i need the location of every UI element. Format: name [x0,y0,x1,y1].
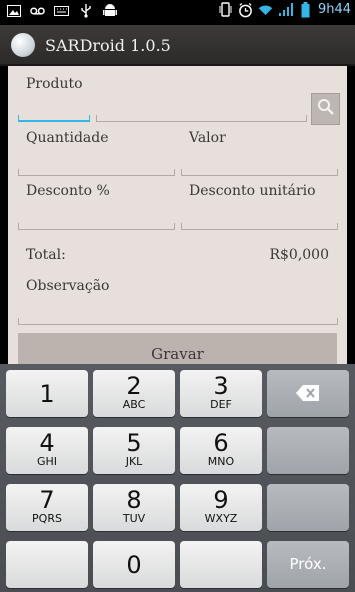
quantidade-label: Quantidade [26,130,109,146]
action-bar: SARDroid 1.0.5 [0,25,355,66]
key-6[interactable]: 6 MNO [180,427,262,474]
order-item-form: Produto Quantidade Valor Desconto % Desc… [8,66,347,373]
observacao-label: Observação [26,278,110,294]
total-value: R$0,000 [269,247,329,263]
total-label: Total: [26,247,66,263]
desconto-unit-label: Desconto unitário [189,183,316,199]
key-0[interactable]: 0 [93,541,175,588]
vibrate-icon [218,2,233,17]
blank-key-right-1[interactable] [267,427,349,474]
wifi-icon [258,2,273,17]
search-icon [317,98,335,120]
globe-icon [11,33,35,57]
key-2[interactable]: 2 ABC [93,370,175,417]
key-4[interactable]: 4 GHI [6,427,88,474]
key-7[interactable]: 7 PQRS [6,484,88,531]
backspace-icon [267,370,349,406]
search-button[interactable] [311,93,340,125]
next-key[interactable]: Próx. [267,541,349,588]
key-8[interactable]: 8 TUV [93,484,175,531]
valor-label: Valor [189,130,226,146]
desconto-unit-field[interactable] [181,223,338,230]
image-icon [6,3,21,18]
alarm-icon [238,2,253,17]
observacao-field[interactable] [18,318,338,325]
produto-code-field[interactable] [18,115,90,122]
signal-icon [278,2,293,17]
key-5[interactable]: 5 JKL [93,427,175,474]
quantidade-field[interactable] [18,169,175,176]
keyboard-icon [54,3,69,18]
desconto-pct-label: Desconto % [26,183,110,199]
usb-icon [78,3,93,18]
battery-icon [298,1,313,17]
status-time: 9h44 [317,2,351,17]
voicemail-icon [30,3,45,18]
numeric-keyboard: 1 2 ABC 3 DEF 4 GHI 5 JKL 6 MNO 7 PQRS 8 TUV 9W… [0,364,355,592]
blank-key-center[interactable] [180,541,262,588]
key-9[interactable]: 9 WXYZ [180,484,262,531]
status-bar: 9h44 [0,0,355,25]
desconto-pct-field[interactable] [18,223,175,230]
key-1[interactable]: 1 [6,370,88,417]
backspace-key[interactable] [267,370,349,417]
blank-key-left[interactable] [6,541,88,588]
produto-label: Produto [26,76,83,92]
app-title: SARDroid 1.0.5 [45,36,171,55]
produto-description-field[interactable] [96,115,307,122]
blank-key-right-2[interactable] [267,484,349,531]
valor-field[interactable] [181,169,338,176]
key-3[interactable]: 3 DEF [180,370,262,417]
android-icon [102,3,117,18]
